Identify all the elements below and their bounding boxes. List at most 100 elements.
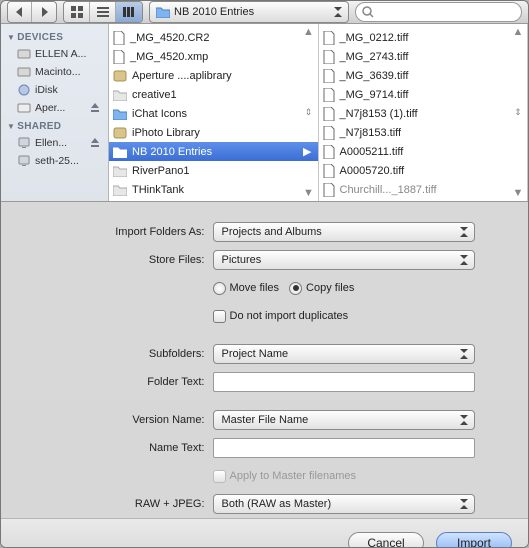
import-button[interactable]: Import bbox=[436, 532, 512, 548]
search-input[interactable] bbox=[355, 2, 522, 22]
path-popup[interactable]: NB 2010 Entries bbox=[149, 1, 349, 23]
file-browser: ▼DEVICES ELLEN A... Macinto... iDisk Ape… bbox=[1, 24, 528, 202]
list-item[interactable]: iPhoto Library bbox=[109, 123, 318, 142]
list-item-label: iChat Icons bbox=[132, 108, 187, 120]
sidebar-header-devices[interactable]: ▼DEVICES bbox=[1, 28, 108, 45]
search-icon bbox=[362, 6, 374, 18]
list-item[interactable]: Aperture ....aplibrary bbox=[109, 66, 318, 85]
eject-icon[interactable] bbox=[90, 138, 100, 148]
sidebar-header-shared[interactable]: ▼SHARED bbox=[1, 117, 108, 134]
move-files-radio[interactable]: Move files bbox=[213, 282, 280, 295]
list-item[interactable]: A0005211.tiff bbox=[319, 142, 528, 161]
list-item[interactable]: _N7j8153.tiff bbox=[319, 123, 528, 142]
view-mode-segmented bbox=[63, 1, 143, 23]
toolbar: NB 2010 Entries bbox=[1, 1, 528, 24]
list-item[interactable]: _MG_0212.tiff bbox=[319, 28, 528, 47]
app-icon bbox=[113, 70, 127, 82]
list-item-label: _N7j8153.tiff bbox=[340, 127, 402, 139]
nav-back-forward bbox=[7, 1, 57, 23]
disk-icon bbox=[17, 102, 31, 114]
search-wrap bbox=[355, 2, 522, 22]
cancel-button[interactable]: Cancel bbox=[348, 532, 424, 548]
hdd-icon bbox=[17, 66, 31, 78]
label-raw-jpeg: RAW + JPEG: bbox=[55, 498, 205, 510]
sidebar-item-shared[interactable]: seth-25... bbox=[1, 152, 108, 170]
file-icon bbox=[323, 69, 335, 83]
label-subfolders: Subfolders: bbox=[55, 348, 205, 360]
no-duplicates-checkbox[interactable]: Do not import duplicates bbox=[213, 310, 349, 323]
copy-files-radio[interactable]: Copy files bbox=[289, 282, 354, 295]
idisk-icon bbox=[17, 84, 31, 96]
column-2: _MG_0212.tiff _MG_2743.tiff _MG_3639.tiff _… bbox=[319, 24, 529, 201]
dialog-footer: Cancel Import bbox=[1, 518, 528, 548]
sidebar-item-device[interactable]: iDisk bbox=[1, 81, 108, 99]
column-1: _MG_4520.CR2 _MG_4520.xmp Aperture ....apl… bbox=[109, 24, 319, 201]
list-item[interactable]: TimeLanseTokvo1 bbox=[109, 199, 318, 201]
view-icon-button[interactable] bbox=[64, 2, 90, 22]
sidebar-item-shared[interactable]: Ellen... bbox=[1, 134, 108, 152]
import-options-form: Import Folders As: Projects and Albums S… bbox=[55, 218, 475, 518]
list-item[interactable]: iChat Icons bbox=[109, 104, 318, 123]
list-item-label: A0005720.tiff bbox=[340, 165, 405, 177]
file-icon bbox=[323, 50, 335, 64]
raw-jpeg-popup[interactable]: Both (RAW as Master) bbox=[213, 494, 475, 514]
label-folder-text: Folder Text: bbox=[55, 376, 205, 388]
import-folders-as-popup[interactable]: Projects and Albums bbox=[213, 222, 475, 242]
sidebar-item-device[interactable]: Aper... bbox=[1, 99, 108, 117]
list-item[interactable]: Churchill 2159 tiff bbox=[319, 199, 528, 201]
label-version-name: Version Name: bbox=[55, 414, 205, 426]
folder-icon bbox=[113, 108, 127, 120]
forward-button[interactable] bbox=[32, 2, 56, 22]
folder-text-input[interactable] bbox=[213, 372, 475, 392]
version-name-popup[interactable]: Master File Name bbox=[213, 410, 475, 430]
list-item[interactable]: _MG_4520.CR2 bbox=[109, 28, 318, 47]
file-icon bbox=[113, 31, 125, 45]
store-files-popup[interactable]: Pictures bbox=[213, 250, 475, 270]
subfolders-popup[interactable]: Project Name bbox=[213, 344, 475, 364]
list-item-label: creative1 bbox=[132, 89, 177, 101]
folder-icon bbox=[113, 184, 127, 196]
file-icon bbox=[323, 107, 335, 121]
label-name-text: Name Text: bbox=[55, 442, 205, 454]
list-item[interactable]: _MG_2743.tiff bbox=[319, 47, 528, 66]
list-item-label: NB 2010 Entries bbox=[132, 146, 212, 158]
file-icon bbox=[113, 50, 125, 64]
scrollbar[interactable]: ▲⇕▼ bbox=[511, 26, 525, 199]
list-item[interactable]: _MG_4520.xmp bbox=[109, 47, 318, 66]
list-item[interactable]: THinkTank bbox=[109, 180, 318, 199]
mac-icon bbox=[17, 137, 31, 149]
view-column-button[interactable] bbox=[116, 2, 142, 22]
file-icon bbox=[323, 145, 335, 159]
sidebar-item-device[interactable]: Macinto... bbox=[1, 63, 108, 81]
list-item-label: _MG_4520.xmp bbox=[130, 51, 208, 63]
folder-icon bbox=[113, 165, 127, 177]
sidebar-item-device[interactable]: ELLEN A... bbox=[1, 45, 108, 63]
list-item-label: _MG_0212.tiff bbox=[340, 32, 409, 44]
list-item[interactable]: RiverPano1 bbox=[109, 161, 318, 180]
list-item-label: _N7j8153 (1).tiff bbox=[340, 108, 418, 120]
list-item-label: RiverPano1 bbox=[132, 165, 189, 177]
list-item[interactable]: _N7j8153 (1).tiff bbox=[319, 104, 528, 123]
list-item-label: A0005211.tiff bbox=[340, 146, 404, 158]
name-text-input[interactable] bbox=[213, 438, 475, 458]
view-list-button[interactable] bbox=[90, 2, 116, 22]
list-item[interactable]: _MG_9714.tiff bbox=[319, 85, 528, 104]
file-icon bbox=[323, 183, 335, 197]
list-item-label: Churchill..._1887.tiff bbox=[340, 184, 437, 196]
list-item[interactable]: A0005720.tiff bbox=[319, 161, 528, 180]
back-button[interactable] bbox=[8, 2, 32, 22]
list-item-label: _MG_3639.tiff bbox=[340, 70, 409, 82]
list-item[interactable]: creative1 bbox=[109, 85, 318, 104]
file-icon bbox=[323, 126, 335, 140]
folder-icon bbox=[113, 146, 127, 158]
path-label: NB 2010 Entries bbox=[174, 6, 254, 18]
mac-icon bbox=[17, 155, 31, 167]
scrollbar[interactable]: ▲⇕▼ bbox=[302, 26, 316, 199]
label-store-files: Store Files: bbox=[55, 254, 205, 266]
list-item[interactable]: _MG_3639.tiff bbox=[319, 66, 528, 85]
eject-icon[interactable] bbox=[90, 103, 100, 113]
list-item[interactable]: NB 2010 Entries▶ bbox=[109, 142, 318, 161]
list-item-label: iPhoto Library bbox=[132, 127, 200, 139]
hdd-icon bbox=[17, 48, 31, 60]
list-item[interactable]: Churchill..._1887.tiff bbox=[319, 180, 528, 199]
